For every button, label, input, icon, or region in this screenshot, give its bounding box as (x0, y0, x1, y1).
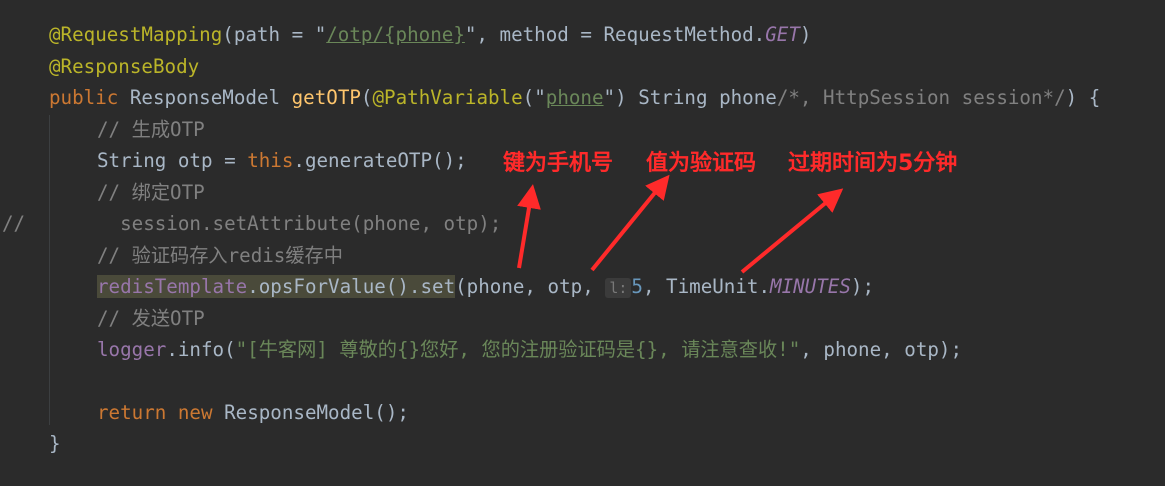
code-text: ( (360, 86, 373, 109)
code-line-13[interactable]: return new ResponseModel(); (97, 397, 409, 428)
minutes-constant: MINUTES (770, 275, 851, 298)
code-text: , TimeUnit. (642, 275, 771, 298)
get-constant: GET (765, 23, 800, 46)
code-line-3[interactable]: public ResponseModel getOTP(@PathVariabl… (49, 82, 1100, 113)
code-text: (phone, otp, (455, 275, 606, 298)
code-text: ResponseModel (129, 86, 292, 109)
new-keyword: new (177, 401, 225, 424)
request-mapping-annotation: @RequestMapping (49, 23, 223, 46)
code-line-8[interactable]: // 验证码存入redis缓存中 (97, 240, 343, 271)
code-text: ) (799, 23, 812, 46)
method-name: getOTP (291, 86, 361, 109)
path-variable-annotation: @PathVariable (372, 86, 523, 109)
code-text: ) { (1065, 86, 1101, 109)
number-literal: 5 (631, 275, 643, 298)
comment: // 绑定OTP (97, 181, 205, 204)
keyword: this (247, 149, 294, 172)
response-body-annotation: @ResponseBody (49, 55, 200, 78)
commented-code: session.setAttribute(phone, otp); (97, 212, 502, 235)
code-editor[interactable]: @RequestMapping(path = "/otp/{phone}", m… (0, 0, 1165, 486)
code-text: (path = " (222, 23, 327, 46)
comment: // 发送OTP (97, 307, 205, 330)
code-line-10[interactable]: // 发送OTP (97, 303, 205, 334)
code-text: .generateOTP(); (293, 149, 467, 172)
path-string: /otp/{phone} (326, 23, 465, 46)
code-text: ", method = RequestMethod. (464, 23, 766, 46)
logger-field: logger (97, 338, 167, 361)
code-text: ResponseModel(); (224, 401, 409, 424)
code-line-7[interactable]: session.setAttribute(phone, otp); (97, 208, 501, 239)
code-line-5[interactable]: String otp = this.generateOTP(); (97, 145, 467, 176)
code-line-1[interactable]: @RequestMapping(path = "/otp/{phone}", m… (49, 19, 811, 50)
code-text: ") String phone (603, 86, 777, 109)
redis-template-field: redisTemplate (97, 275, 248, 298)
code-text: (" (522, 86, 546, 109)
code-line-2[interactable]: @ResponseBody (49, 51, 199, 82)
code-text: , phone, otp); (800, 338, 963, 361)
parameter-hint: l: (605, 278, 632, 298)
expire-annotation-label: 过期时间为5分钟 (788, 151, 958, 176)
comment-gutter-mark: // (2, 212, 26, 235)
closing-brace: } (49, 432, 61, 455)
code-text: ); (850, 275, 874, 298)
keyword: public (49, 86, 130, 109)
indent-guide (49, 115, 50, 425)
key-annotation-label: 键为手机号 (503, 151, 614, 176)
log-message-string: "[牛客网] 尊敬的{}您好, 您的注册验证码是{}, 请注意查收!" (235, 338, 801, 361)
code-line-4[interactable]: // 生成OTP (97, 114, 205, 145)
code-line-9[interactable]: redisTemplate.opsForValue().set(phone, o… (97, 271, 874, 302)
code-text: .opsForValue().set (247, 275, 456, 298)
comment: // 生成OTP (97, 118, 205, 141)
value-annotation-label: 值为验证码 (646, 151, 757, 176)
code-line-14[interactable]: } (49, 428, 61, 459)
phone-string: phone (545, 86, 604, 109)
code-line-6[interactable]: // 绑定OTP (97, 177, 205, 208)
comment: // 验证码存入redis缓存中 (97, 244, 343, 267)
code-text: .info( (166, 338, 236, 361)
code-line-11[interactable]: logger.info("[牛客网] 尊敬的{}您好, 您的注册验证码是{}, … (97, 334, 962, 365)
inline-comment: /*, HttpSession session*/ (776, 86, 1066, 109)
code-text: String otp = (97, 149, 248, 172)
return-keyword: return (97, 401, 178, 424)
